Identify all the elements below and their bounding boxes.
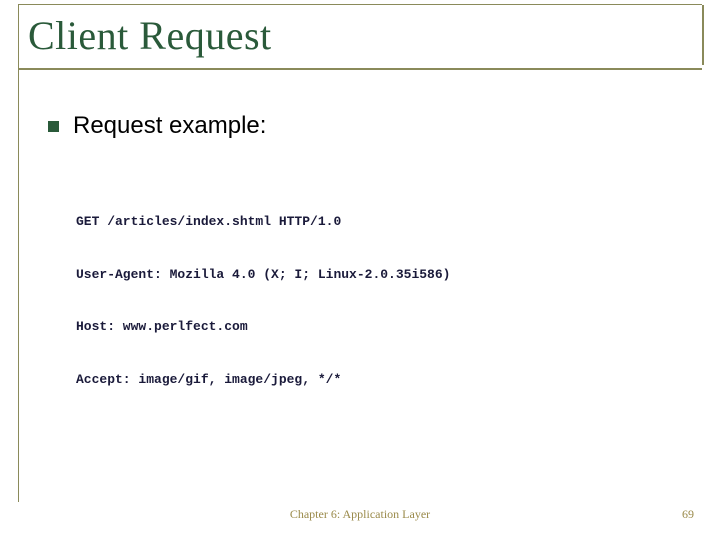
slide-title: Client Request bbox=[28, 12, 272, 59]
code-line: Accept: image/gif, image/jpeg, */* bbox=[76, 371, 450, 389]
square-bullet-icon bbox=[48, 121, 59, 132]
slide: Client Request Request example: GET /art… bbox=[0, 0, 720, 540]
code-line: Host: www.perlfect.com bbox=[76, 318, 450, 336]
title-underline bbox=[18, 68, 702, 70]
bullet-item: Request example: bbox=[48, 112, 266, 140]
code-block: GET /articles/index.shtml HTTP/1.0 User-… bbox=[76, 178, 450, 424]
bullet-text: Request example: bbox=[73, 112, 266, 140]
code-line: User-Agent: Mozilla 4.0 (X; I; Linux-2.0… bbox=[76, 266, 450, 284]
footer-chapter: Chapter 6: Application Layer bbox=[0, 507, 720, 522]
code-line: GET /articles/index.shtml HTTP/1.0 bbox=[76, 213, 450, 231]
footer-page-number: 69 bbox=[682, 507, 694, 522]
